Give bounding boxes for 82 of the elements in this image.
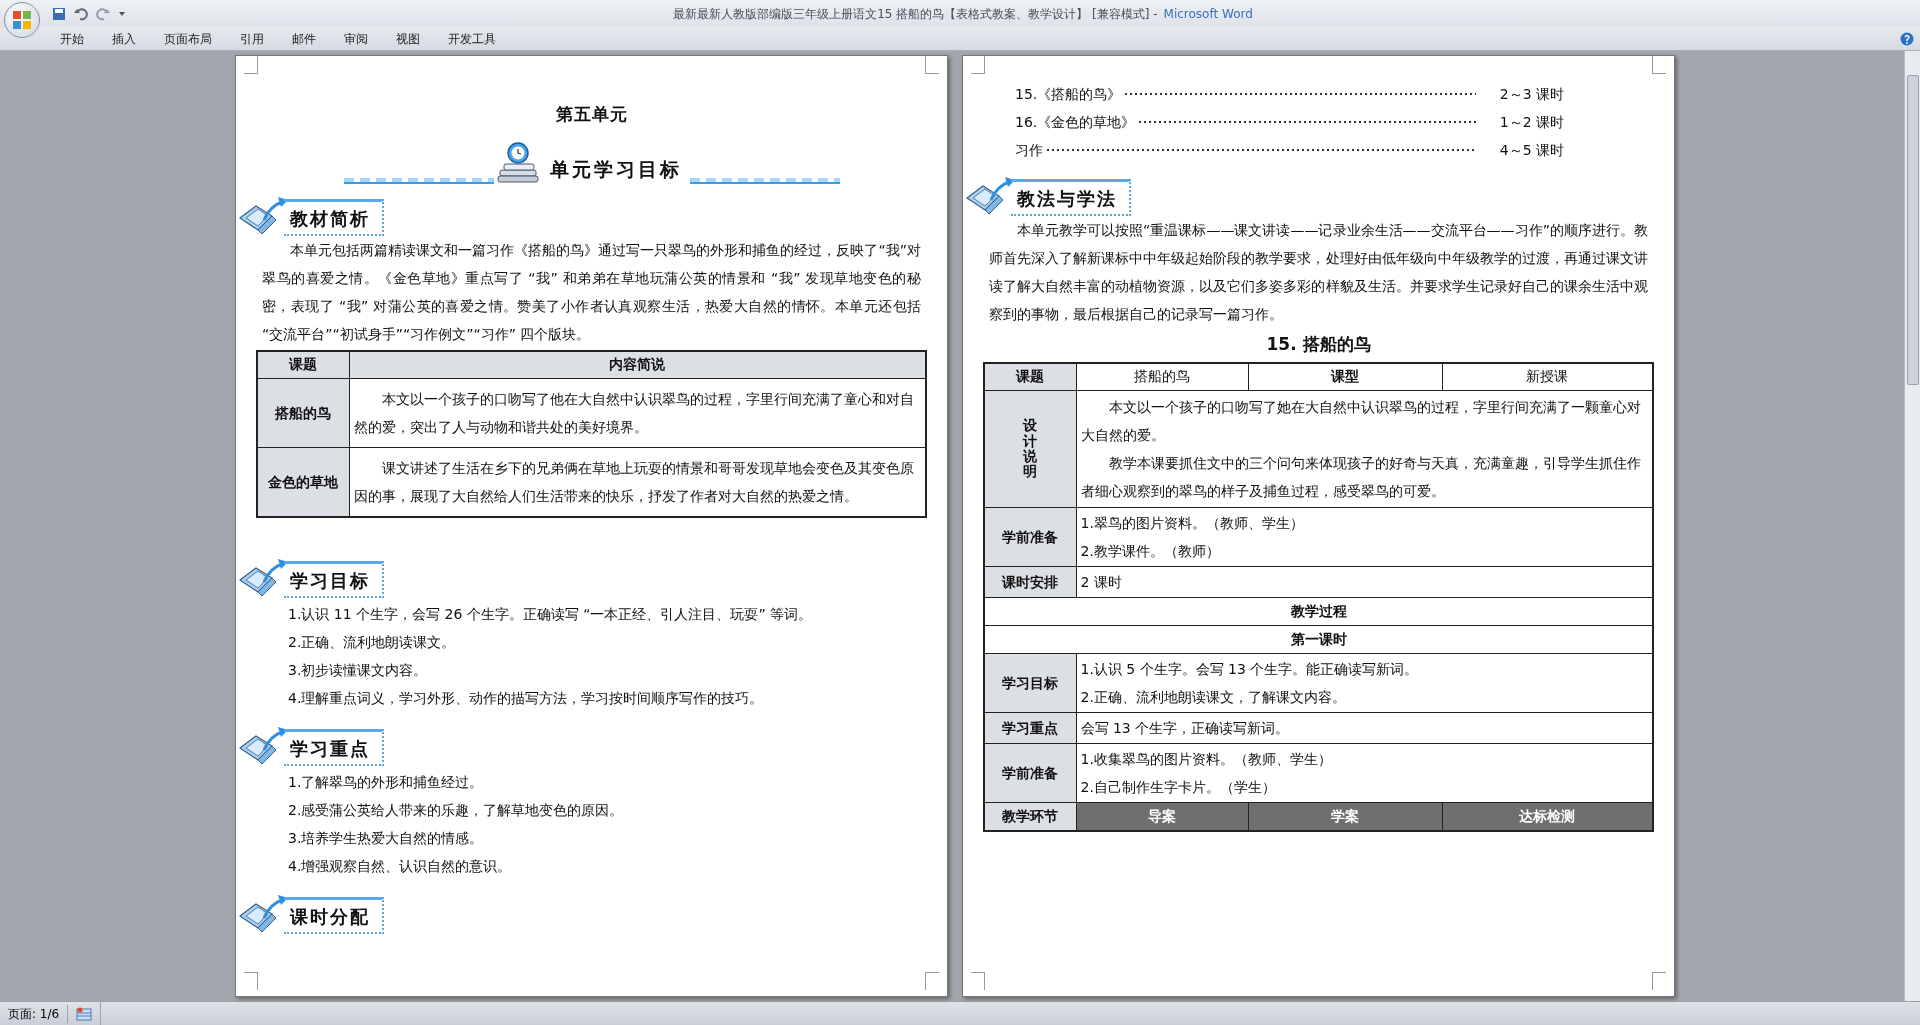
table-cell-text: 课文讲述了生活在乡下的兄弟俩在草地上玩耍的情景和哥哥发现草地会变色及其变色原因的事，展现了大自然给人们生活带来的快乐，抒发了作者对大自然的热爱之情。 xyxy=(353,459,915,506)
table-cell-text: 本文以一个孩子的口吻写了她在大自然中认识翠鸟的过程，字里行间充满了一颗童心对大自然的爱。 xyxy=(1080,398,1642,445)
section-heading: 教材简析 xyxy=(284,198,384,236)
ribbon-tab[interactable]: 插入 xyxy=(112,29,136,48)
table-header-cell: 设计说明 xyxy=(1023,418,1038,480)
table-cell-text: 教学本课要抓住文中的三个问句来体现孩子的好奇与天真，充满童趣，引导学生抓住作者细心观察到的翠鸟的样子及捕鱼过程，感受翠鸟的可爱。 xyxy=(1080,454,1642,501)
app-name: Microsoft Word xyxy=(1163,5,1253,23)
office-button[interactable] xyxy=(4,1,40,38)
dropdown-caret-icon[interactable] xyxy=(118,9,126,18)
table-header-cell: 导案 xyxy=(1076,802,1248,831)
ribbon-tab[interactable]: 引用 xyxy=(240,29,264,48)
ribbon-tab[interactable]: 开发工具 xyxy=(448,29,496,48)
toc-entry: 15.《搭船的鸟》 xyxy=(1015,84,1122,104)
table-header-cell: 教学环节 xyxy=(984,802,1076,831)
table-header-cell: 学习目标 xyxy=(984,653,1076,713)
table-cell-text: 2.正确、流利地朗读课文，了解课文内容。 xyxy=(1080,688,1347,707)
body-paragraph: 本单元教学可以按照“重温课标——课文讲读——记录业余生活——交流平台——习作”的顺序进行。教师首先深入了解新课标中中年级起始阶段的教学要求，处理好由低年级向中年级教学的过渡，再通过课文讲读了解大自然丰富的动植物资源，以及它们多姿多彩的样貌及生活。并要求学生记录好自己的课余生活中观察到的事物，最后根据自己的记录写一篇习作。 xyxy=(988,221,1649,324)
crop-mark xyxy=(925,972,939,990)
table-header-cell: 搭船的鸟 xyxy=(257,378,349,448)
toc-entry: 习作 xyxy=(1015,140,1043,160)
section-heading: 学习重点 xyxy=(284,729,384,766)
table-header-cell: 金色的草地 xyxy=(257,447,349,517)
list-item: 2.感受蒲公英给人带来的乐趣，了解草地变色的原因。 xyxy=(288,801,625,820)
toc-entry: 16.《金色的草地》 xyxy=(1015,112,1136,132)
crop-mark xyxy=(971,972,985,990)
table-cell-text: 2 课时 xyxy=(1080,573,1123,592)
list-item: 2.正确、流利地朗读课文。 xyxy=(288,633,457,652)
banner-title: 单元学习目标 xyxy=(548,157,683,182)
ribbon-tab[interactable]: 邮件 xyxy=(292,29,316,48)
table-header-cell: 学前准备 xyxy=(984,743,1076,803)
crop-mark xyxy=(244,972,258,990)
table-header-cell: 达标检测 xyxy=(1442,802,1653,831)
ribbon-tab[interactable]: 页面布局 xyxy=(164,29,212,48)
crop-mark xyxy=(971,56,985,74)
crop-mark xyxy=(1652,56,1666,74)
table-cell-text: 本文以一个孩子的口吻写了他在大自然中认识翠鸟的过程，字里行间充满了童心和对自然的爱，突出了人与动物和谐共处的美好境界。 xyxy=(353,390,915,437)
ribbon-tab[interactable]: 开始 xyxy=(60,29,84,48)
list-item: 4.增强观察自然、认识自然的意识。 xyxy=(288,857,513,876)
lesson-title: 15. 搭船的鸟 xyxy=(1266,333,1371,356)
toc-hours: 4～5 课时 xyxy=(1499,140,1564,160)
list-item: 3.初步读懂课文内容。 xyxy=(288,661,429,680)
window-title: 最新最新人教版部编版三年级上册语文15 搭船的鸟【表格式教案、教学设计】 [兼容模式] - xyxy=(673,5,1158,23)
table-cell: 搭船的鸟 xyxy=(1076,362,1248,391)
ribbon-tab[interactable]: 视图 xyxy=(396,29,420,48)
table-header-cell: 课型 xyxy=(1248,362,1442,391)
table-cell-text: 2.教学课件。（教师） xyxy=(1080,542,1221,561)
toc-hours: 2～3 课时 xyxy=(1499,84,1564,104)
list-item: 1.了解翠鸟的外形和捕鱼经过。 xyxy=(288,773,485,792)
scrollbar-thumb[interactable] xyxy=(1906,75,1919,385)
table-header-cell: 学习重点 xyxy=(984,712,1076,744)
table-header-cell: 学案 xyxy=(1248,802,1442,831)
table-cell-text: 会写 13 个生字，正确读写新词。 xyxy=(1080,719,1291,738)
list-item: 3.培养学生热爱大自然的情感。 xyxy=(288,829,485,848)
list-item: 1.认识 11 个生字，会写 26 个生字。正确读写 “一本正经、引人注目、玩耍” 等词。 xyxy=(288,605,814,624)
help-icon[interactable] xyxy=(1900,31,1914,46)
table-header-cell: 课题 xyxy=(257,350,349,379)
toc-hours: 1～2 课时 xyxy=(1499,112,1564,132)
unit-title: 第五单元 xyxy=(555,103,628,126)
table-header-cell: 课时安排 xyxy=(984,566,1076,598)
redo-icon[interactable] xyxy=(96,6,110,21)
undo-icon[interactable] xyxy=(74,6,88,21)
table-cell-text: 1.翠鸟的图片资料。（教师、学生） xyxy=(1080,514,1305,533)
list-item: 4.理解重点词义，学习外形、动作的描写方法，学习按时间顺序写作的技巧。 xyxy=(288,689,765,708)
ribbon-tab[interactable]: 审阅 xyxy=(344,29,368,48)
table-header-cell: 内容简说 xyxy=(349,350,926,379)
save-icon[interactable] xyxy=(52,6,66,21)
document-status-icon[interactable] xyxy=(76,1006,93,1021)
vertical-scrollbar[interactable] xyxy=(1904,51,1920,1001)
crop-mark xyxy=(1652,972,1666,990)
crop-mark xyxy=(244,56,258,74)
table-cell-text: 1.收集翠鸟的图片资料。（教师、学生） xyxy=(1080,750,1333,769)
crop-mark xyxy=(925,56,939,74)
section-heading: 教法与学法 xyxy=(1011,179,1131,216)
body-paragraph: 本单元包括两篇精读课文和一篇习作《搭船的鸟》通过写一只翠鸟的外形和捕鱼的经过，反映了“我”对翠鸟的喜爱之情。《金色草地》重点写了 “我” 和弟弟在草地玩蒲公英的情景和 “我” 发现草地变色的秘密，表现了 “我” 对蒲公英的喜爱之情。赞美了小作者认真观察生活，热爱大自然的情怀。本单元还包括 “交流平台”“初试身手”“习作例文”“习作” 四个版块。 xyxy=(261,240,922,344)
office-logo-icon xyxy=(12,9,32,30)
section-heading: 课时分配 xyxy=(284,897,384,934)
page-count: 页面: 1/6 xyxy=(0,1004,69,1023)
table-cell-text: 2.自己制作生字卡片。（学生） xyxy=(1080,778,1277,797)
table-header-cell: 学前准备 xyxy=(984,507,1076,567)
table-header-cell: 课题 xyxy=(984,362,1076,391)
table-cell-text: 1.认识 5 个生字。会写 13 个生字。能正确读写新词。 xyxy=(1080,660,1420,679)
section-heading: 学习目标 xyxy=(284,561,384,598)
